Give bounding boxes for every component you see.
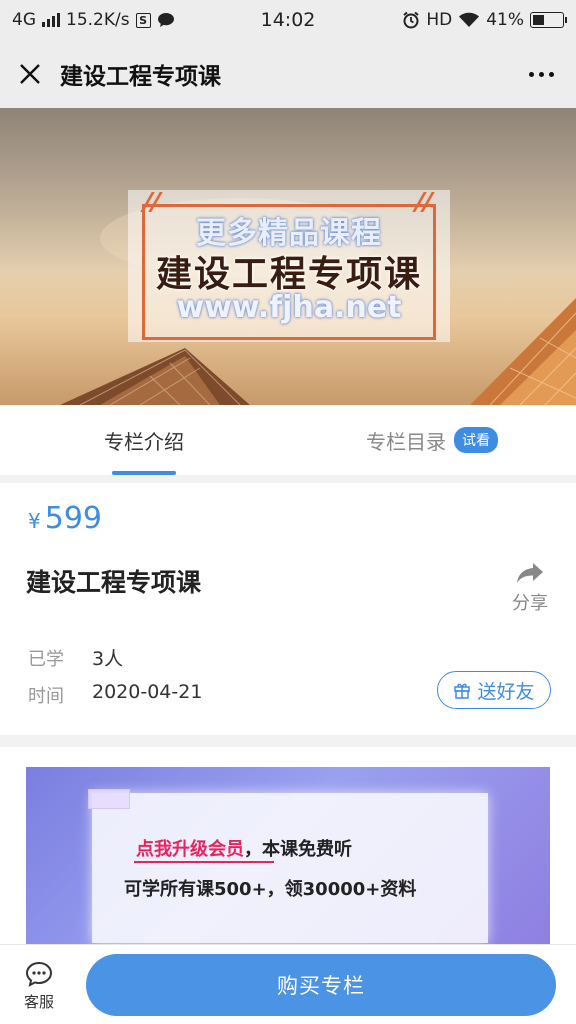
promo-highlight-underline: [134, 861, 274, 863]
course-title: 建设工程专项课: [26, 568, 202, 597]
price: ¥599: [28, 501, 102, 536]
hd-indicator: HD: [426, 10, 453, 30]
customer-service-icon: [25, 961, 53, 987]
gift-to-friend-button[interactable]: 送好友: [437, 671, 551, 709]
trial-badge: 试看: [454, 427, 498, 453]
tab-bar: 专栏介绍 专栏目录 试看: [0, 405, 576, 475]
customer-service-label: 客服: [23, 993, 54, 1011]
wifi-icon: [459, 12, 480, 27]
alarm-icon: [403, 11, 419, 29]
page-title: 建设工程专项课: [60, 64, 221, 90]
close-icon: [20, 64, 40, 84]
status-right: HD 41%: [402, 10, 567, 30]
time-value: 2020-04-21: [92, 681, 203, 703]
promo-line1: 点我升级会员，本课免费听: [136, 835, 352, 861]
promo-card-tab: [88, 789, 130, 809]
more-dot-icon: [548, 71, 554, 77]
tab-catalog[interactable]: 专栏目录 试看: [288, 405, 576, 475]
nav-bar: 建设工程专项课: [0, 40, 576, 108]
course-banner: 更多精品课程 建设工程专项课 www.fjha.net: [0, 108, 576, 405]
battery-percent: 41%: [486, 10, 524, 30]
close-button[interactable]: [0, 40, 60, 108]
share-icon: [517, 563, 543, 583]
bottom-action-bar: 客服 购买专栏: [0, 944, 576, 1024]
tab-intro-label: 专栏介绍: [104, 429, 184, 454]
customer-service-button[interactable]: 客服: [14, 961, 64, 1012]
signal-icon: [42, 13, 60, 27]
promo-line1-rest: ，本课免费听: [244, 839, 352, 860]
network-type: 4G: [12, 10, 36, 30]
tab-intro[interactable]: 专栏介绍: [0, 405, 288, 475]
member-upgrade-banner[interactable]: 点我升级会员，本课免费听 可学所有课500+，领30000+资料: [26, 767, 550, 947]
time-label: 时间: [28, 686, 64, 707]
price-value: 599: [44, 501, 102, 536]
status-bar: 4G 15.2K/s S 14:02 HD 41%: [0, 0, 576, 40]
promo-section: 点我升级会员，本课免费听 可学所有课500+，领30000+资料: [0, 747, 576, 947]
currency-symbol: ¥: [28, 509, 41, 533]
promo-card: [92, 793, 488, 943]
promo-line2: 可学所有课500+，领30000+资料: [124, 879, 417, 900]
more-dot-icon: [538, 71, 544, 77]
tab-active-indicator: [112, 471, 176, 475]
network-speed: 15.2K/s: [66, 10, 130, 30]
learned-label: 已学: [28, 649, 64, 670]
banner-url: www.fjha.net: [176, 290, 402, 325]
more-button[interactable]: [506, 40, 576, 108]
buy-column-label: 购买专栏: [277, 974, 365, 998]
more-dot-icon: [528, 71, 534, 77]
tab-catalog-label: 专栏目录: [366, 429, 446, 454]
s-app-icon: S: [135, 12, 151, 28]
share-button[interactable]: 分享: [510, 561, 550, 615]
share-label: 分享: [512, 593, 548, 614]
battery-icon: [530, 12, 567, 28]
chat-bubble-icon: [157, 13, 174, 27]
gift-icon: [454, 683, 471, 699]
promo-highlight: 点我升级会员: [136, 839, 244, 860]
course-info-card: ¥599 建设工程专项课 分享 已学 3人 时间 2020-04-21 送好友: [0, 483, 576, 735]
gift-label: 送好友: [477, 680, 535, 703]
buy-column-button[interactable]: 购买专栏: [86, 954, 556, 1016]
learned-value: 3人: [92, 648, 124, 670]
status-left: 4G 15.2K/s S: [12, 10, 175, 30]
